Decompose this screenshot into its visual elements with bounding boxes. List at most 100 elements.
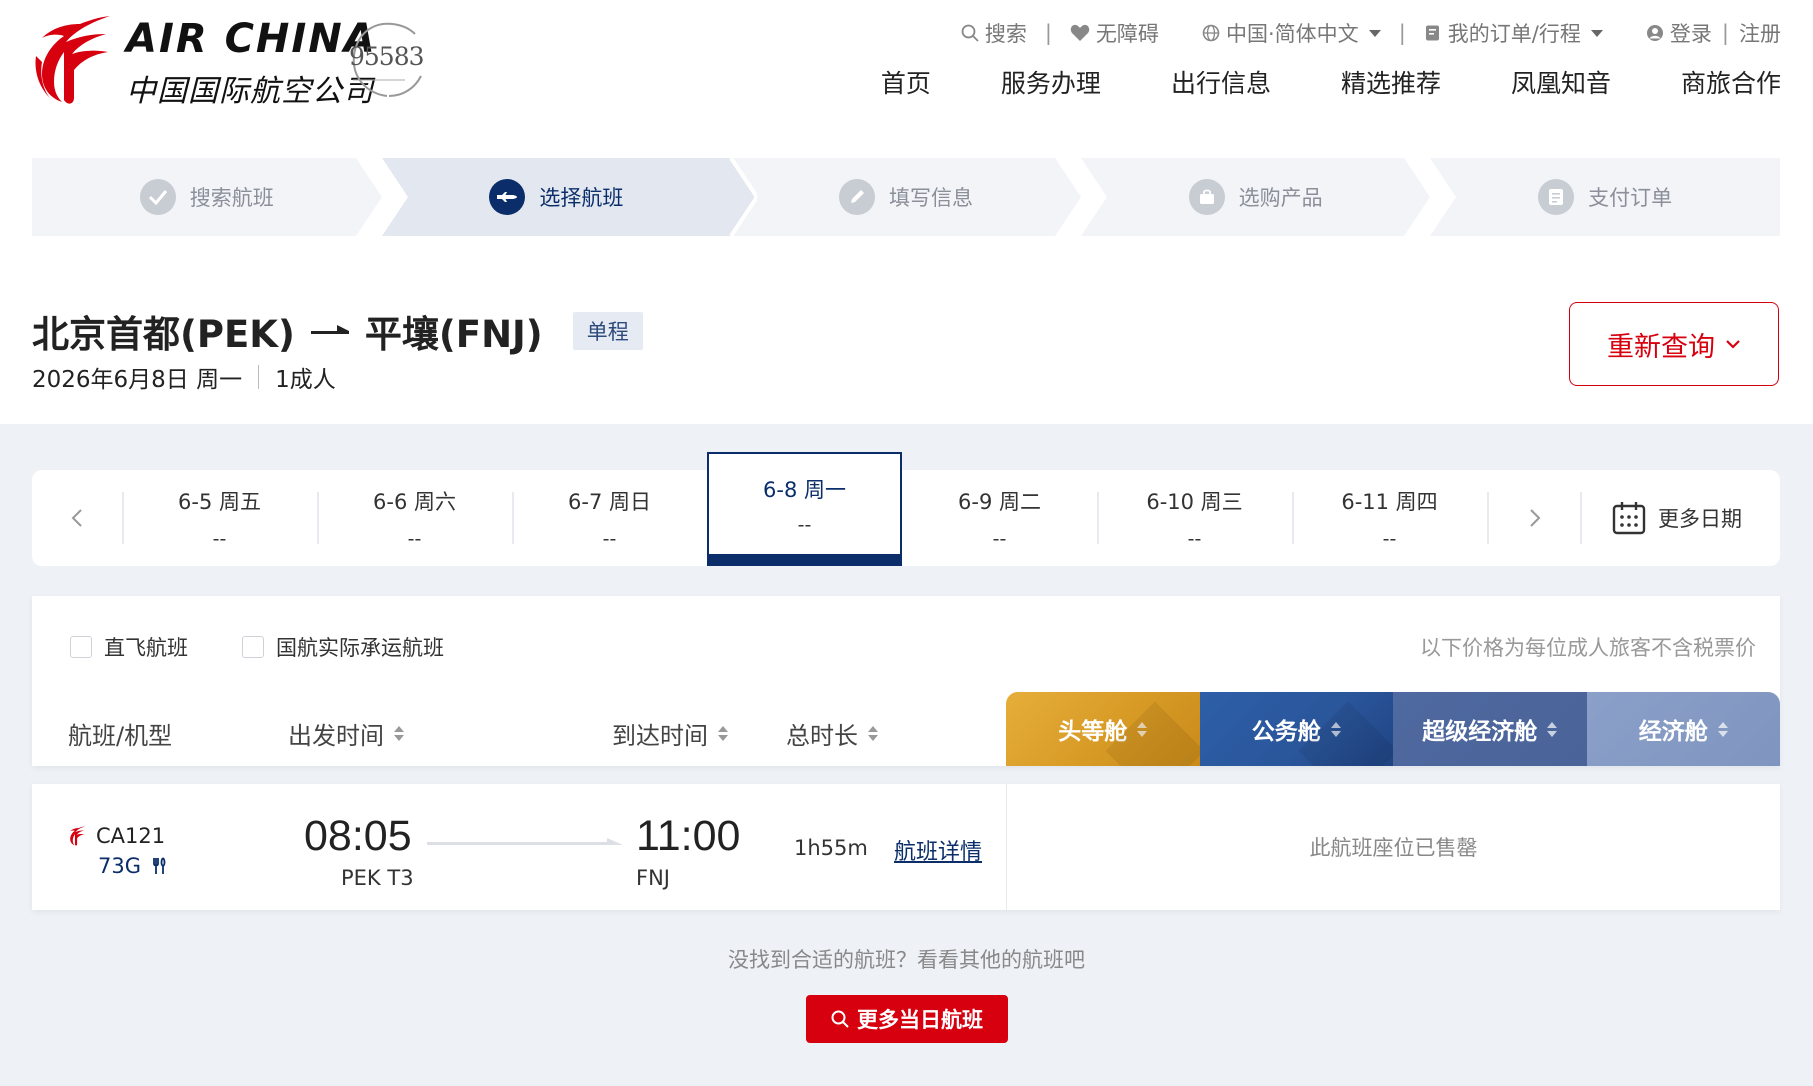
date-price: -- bbox=[992, 528, 1007, 550]
chevron-left-icon bbox=[71, 509, 82, 527]
date-price: -- bbox=[602, 528, 617, 550]
sort-depart[interactable]: 出发时间 bbox=[288, 716, 404, 751]
flight-row: CA121 73G 08:05 PEK T3 11:00 FNJ 1h55m 航… bbox=[32, 784, 1780, 910]
more-dates-button[interactable]: 更多日期 bbox=[1612, 470, 1742, 566]
aircraft-type-label: 73G bbox=[98, 854, 141, 878]
date-option[interactable]: 6-6 周六 -- bbox=[317, 470, 512, 566]
login-label: 登录 bbox=[1669, 22, 1712, 46]
date-label: 6-6 周六 bbox=[373, 490, 456, 514]
cabin-business[interactable]: 公务舱 bbox=[1199, 692, 1393, 766]
hotline-number: 95583 bbox=[349, 42, 425, 71]
search-link[interactable]: 搜索 bbox=[961, 18, 1027, 48]
route-summary: 北京首都(PEK) 平壤(FNJ) 单程 bbox=[32, 304, 643, 358]
checkbox-box[interactable] bbox=[70, 636, 92, 658]
register-label: 注册 bbox=[1739, 22, 1781, 46]
step-payment: 支付订单 bbox=[1430, 158, 1780, 236]
date-selector: 6-5 周五 -- 6-6 周六 -- 6-7 周日 -- 6-8 周一 -- … bbox=[32, 452, 1780, 566]
prev-dates-button[interactable] bbox=[32, 470, 122, 566]
date-option[interactable]: 6-11 周四 -- bbox=[1292, 470, 1487, 566]
nav-featured[interactable]: 精选推荐 bbox=[1341, 64, 1441, 100]
date-label: 6-5 周五 bbox=[178, 490, 261, 514]
passenger-count: 1成人 bbox=[275, 367, 336, 393]
cabin-economy[interactable]: 经济舱 bbox=[1586, 692, 1780, 766]
date-option[interactable]: 6-5 周五 -- bbox=[122, 470, 317, 566]
language-selector[interactable]: 中国·简体中文 bbox=[1202, 18, 1381, 48]
divider: | bbox=[1398, 21, 1406, 45]
col-arrive-label: 到达时间 bbox=[612, 722, 708, 750]
nav-phoenix-miles[interactable]: 凤凰知音 bbox=[1511, 64, 1611, 100]
flight-number: CA121 bbox=[68, 824, 165, 848]
requery-button[interactable]: 重新查询 bbox=[1569, 302, 1779, 386]
cabin-label: 经济舱 bbox=[1638, 719, 1708, 745]
caret-down-icon bbox=[1368, 29, 1381, 37]
divider: | bbox=[1044, 21, 1052, 45]
step-products: 选购产品 bbox=[1081, 158, 1457, 236]
step-select-flight: 选择航班 bbox=[381, 158, 758, 236]
date-option[interactable]: 6-9 周二 -- bbox=[902, 470, 1097, 566]
accessibility-link[interactable]: 无障碍 bbox=[1070, 18, 1159, 48]
date-option[interactable]: 6-7 周日 -- bbox=[512, 470, 707, 566]
aircraft-type: 73G bbox=[98, 854, 169, 878]
search-icon bbox=[961, 24, 979, 42]
sort-icon bbox=[394, 726, 404, 741]
nav-home[interactable]: 首页 bbox=[881, 64, 931, 100]
step-divider bbox=[1054, 158, 1107, 236]
departure-time: 08:05 bbox=[304, 812, 412, 860]
date-option[interactable]: 6-10 周三 -- bbox=[1097, 470, 1292, 566]
step-label: 选择航班 bbox=[539, 186, 624, 210]
nav-services[interactable]: 服务办理 bbox=[1001, 64, 1101, 100]
brand-name-en: AIR CHINA bbox=[126, 16, 377, 62]
register-link[interactable]: 注册 bbox=[1739, 18, 1781, 48]
requery-label: 重新查询 bbox=[1607, 331, 1715, 363]
sort-icon bbox=[718, 726, 728, 741]
date-option-selected[interactable]: 6-8 周一 -- bbox=[707, 452, 902, 566]
next-dates-button[interactable] bbox=[1490, 470, 1580, 566]
search-label: 搜索 bbox=[984, 22, 1027, 46]
operated-by-checkbox[interactable]: 国航实际承运航班 bbox=[242, 632, 444, 662]
my-orders-label: 我的订单/行程 bbox=[1447, 22, 1581, 46]
more-dates-label: 更多日期 bbox=[1658, 507, 1742, 531]
destination-city: 平壤(FNJ) bbox=[364, 313, 543, 356]
top-utility-bar: 搜索 | 无障碍 | 中国·简体中文 | 我的订单/行程 | 登录 | 注册 bbox=[961, 18, 1781, 48]
step-label: 填写信息 bbox=[888, 186, 973, 210]
chevron-right-icon bbox=[1530, 509, 1541, 527]
direct-flight-checkbox[interactable]: 直飞航班 bbox=[70, 632, 188, 662]
more-flights-button[interactable]: 更多当日航班 bbox=[806, 995, 1008, 1043]
shopping-bag-icon bbox=[1188, 179, 1225, 215]
my-orders-link[interactable]: 我的订单/行程 bbox=[1424, 18, 1603, 48]
cabin-premium-economy[interactable]: 超级经济舱 bbox=[1393, 692, 1587, 766]
cabin-label: 超级经济舱 bbox=[1422, 719, 1538, 745]
checkbox-box[interactable] bbox=[242, 636, 264, 658]
sort-icon bbox=[868, 726, 878, 741]
origin-city: 北京首都(PEK) bbox=[32, 313, 295, 356]
sort-icon bbox=[1717, 721, 1728, 737]
plane-icon bbox=[489, 179, 526, 215]
date-label: 6-11 周四 bbox=[1341, 490, 1438, 514]
flight-path-arrow-icon bbox=[427, 838, 623, 845]
brand-name-cn: 中国国际航空公司 bbox=[126, 74, 374, 109]
departure-airport: PEK T3 bbox=[341, 866, 414, 890]
heart-icon bbox=[1070, 24, 1090, 41]
booking-steps: 搜索航班 选择航班 填写信息 选购产品 支付订单 bbox=[32, 158, 1780, 236]
step-divider bbox=[355, 158, 408, 236]
sold-out-status: 此航班座位已售罄 bbox=[1006, 784, 1780, 910]
nav-business[interactable]: 商旅合作 bbox=[1681, 64, 1781, 100]
operated-by-label: 国航实际承运航班 bbox=[276, 636, 444, 660]
divider bbox=[1580, 492, 1582, 544]
login-link[interactable]: 登录 bbox=[1646, 18, 1712, 48]
sort-arrive[interactable]: 到达时间 bbox=[612, 716, 728, 751]
sort-icon bbox=[1547, 721, 1558, 737]
col-flight-label: 航班/机型 bbox=[68, 722, 173, 750]
pencil-icon bbox=[838, 179, 875, 215]
step-label: 搜索航班 bbox=[189, 186, 274, 210]
step-label: 选购产品 bbox=[1238, 186, 1323, 210]
accessibility-label: 无障碍 bbox=[1095, 22, 1159, 46]
step-fill-info: 填写信息 bbox=[731, 158, 1107, 236]
meal-icon bbox=[153, 857, 166, 874]
price-note: 以下价格为每位成人旅客不含税票价 bbox=[1420, 636, 1756, 660]
flight-details-link[interactable]: 航班详情 bbox=[894, 834, 982, 866]
sort-duration[interactable]: 总时长 bbox=[786, 716, 878, 751]
nav-travel-info[interactable]: 出行信息 bbox=[1171, 64, 1271, 100]
cabin-first[interactable]: 头等舱 bbox=[1006, 692, 1200, 766]
route-details: 2026年6月8日 周一 1成人 bbox=[32, 360, 336, 394]
